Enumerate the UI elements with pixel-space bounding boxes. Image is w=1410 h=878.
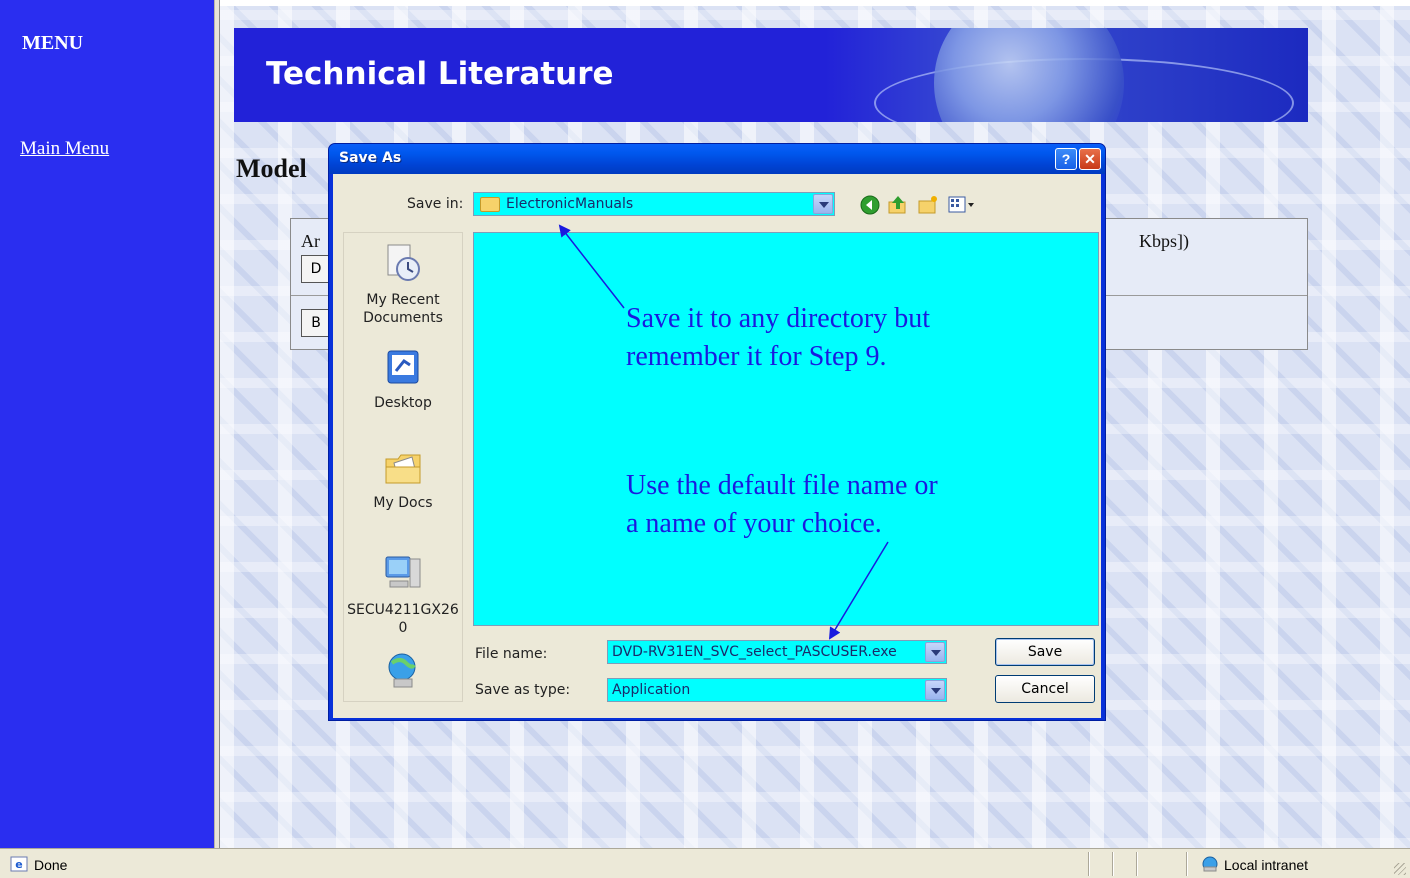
place-label: My Recent Documents bbox=[363, 292, 443, 326]
new-folder-icon[interactable] bbox=[917, 194, 939, 216]
place-my-computer[interactable]: SECU4211GX26 0 bbox=[344, 553, 462, 637]
model-heading: Model bbox=[236, 154, 307, 183]
file-list-area[interactable] bbox=[473, 232, 1099, 626]
place-my-documents[interactable]: My Docs bbox=[344, 447, 462, 511]
resize-grip-icon[interactable] bbox=[1394, 863, 1406, 875]
file-name-value: DVD-RV31EN_SVC_select_PASCUSER.exe bbox=[612, 644, 897, 660]
banner: Technical Literature bbox=[234, 28, 1308, 122]
place-label: SECU4211GX26 0 bbox=[347, 602, 459, 636]
save-as-dialog: Save As ? ✕ Save in: ElectronicManuals M… bbox=[328, 143, 1106, 721]
place-label: My Docs bbox=[373, 495, 433, 511]
my-documents-icon bbox=[385, 454, 421, 484]
banner-title: Technical Literature bbox=[266, 56, 614, 92]
chevron-down-icon[interactable] bbox=[925, 642, 945, 662]
annotation-line: Use the default file name or bbox=[626, 470, 938, 501]
help-button[interactable]: ? bbox=[1055, 148, 1077, 170]
back-arrow-icon[interactable] bbox=[859, 194, 881, 216]
recent-documents-icon bbox=[387, 244, 420, 281]
menu-frame: MENU Main Menu bbox=[0, 0, 214, 848]
place-network[interactable] bbox=[344, 651, 462, 699]
status-text: Done bbox=[34, 857, 68, 873]
svg-text:e: e bbox=[15, 858, 22, 871]
internet-explorer-icon: e bbox=[10, 856, 28, 872]
dialog-title: Save As bbox=[339, 150, 402, 166]
annotation-save-directory: Save it to any directory but remember it… bbox=[626, 300, 930, 376]
file-name-label: File name: bbox=[475, 646, 548, 662]
table-row1-button[interactable]: D bbox=[301, 255, 331, 283]
desktop-icon bbox=[387, 350, 419, 384]
close-button[interactable]: ✕ bbox=[1079, 148, 1101, 170]
annotation-line: Save it to any directory but bbox=[626, 303, 931, 334]
status-separator bbox=[1088, 852, 1090, 876]
local-intranet-icon bbox=[1202, 856, 1218, 872]
save-as-type-combobox[interactable]: Application bbox=[607, 678, 947, 702]
globe-graphic bbox=[934, 28, 1124, 122]
annotation-file-name: Use the default file name or a name of y… bbox=[626, 467, 938, 543]
view-menu-icon[interactable] bbox=[947, 194, 977, 216]
status-separator bbox=[1186, 852, 1188, 876]
table-cell-right: Kbps]) bbox=[1139, 231, 1189, 251]
places-bar: My Recent Documents Desktop My Docs SECU… bbox=[343, 232, 463, 702]
save-in-combobox[interactable]: ElectronicManuals bbox=[473, 192, 835, 216]
annotation-line: a name of your choice. bbox=[626, 508, 882, 539]
menu-title: MENU bbox=[22, 32, 84, 54]
chevron-down-icon[interactable] bbox=[813, 194, 833, 214]
status-bar: e Done Local intranet bbox=[0, 848, 1410, 878]
place-label: Desktop bbox=[374, 395, 432, 411]
network-places-icon bbox=[388, 653, 416, 688]
save-as-type-label: Save as type: bbox=[475, 682, 571, 698]
table-row2-button[interactable]: B bbox=[301, 309, 331, 337]
dialog-body: Save in: ElectronicManuals My Recent Doc… bbox=[333, 174, 1101, 718]
file-name-combobox[interactable]: DVD-RV31EN_SVC_select_PASCUSER.exe bbox=[607, 640, 947, 664]
save-button[interactable]: Save bbox=[995, 638, 1095, 666]
my-computer-icon bbox=[385, 556, 421, 588]
status-separator bbox=[1136, 852, 1138, 876]
save-in-label: Save in: bbox=[407, 196, 464, 212]
cancel-button[interactable]: Cancel bbox=[995, 675, 1095, 703]
folder-icon bbox=[480, 197, 500, 212]
main-menu-link[interactable]: Main Menu bbox=[20, 138, 109, 160]
place-desktop[interactable]: Desktop bbox=[344, 347, 462, 411]
up-folder-icon[interactable] bbox=[887, 194, 909, 216]
save-as-type-value: Application bbox=[612, 682, 691, 698]
status-separator bbox=[1112, 852, 1114, 876]
chevron-down-icon[interactable] bbox=[925, 680, 945, 700]
zone-text: Local intranet bbox=[1224, 857, 1309, 873]
place-recent-documents[interactable]: My Recent Documents bbox=[344, 243, 462, 327]
save-in-value: ElectronicManuals bbox=[506, 196, 634, 212]
dialog-titlebar[interactable]: Save As ? ✕ bbox=[329, 144, 1105, 174]
table-cell-left: Ar bbox=[301, 231, 320, 251]
annotation-line: remember it for Step 9. bbox=[626, 341, 887, 372]
